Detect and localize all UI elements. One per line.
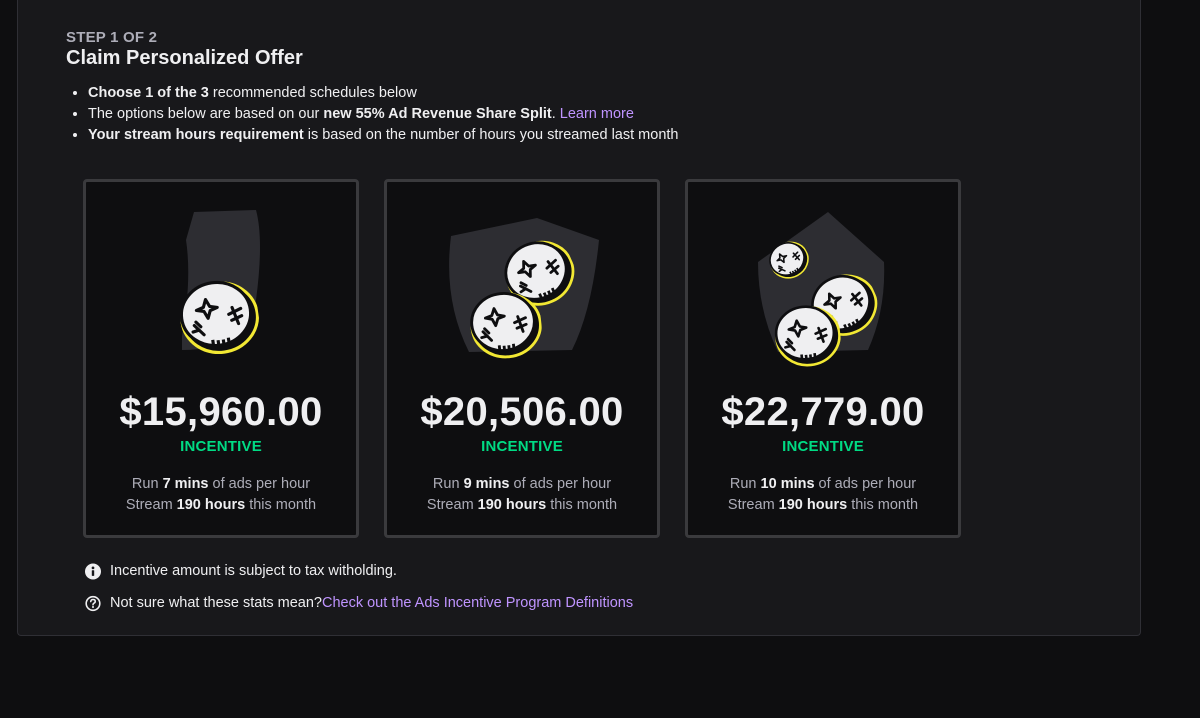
three-coins-icon — [758, 212, 887, 370]
page-title: Claim Personalized Offer — [66, 47, 303, 69]
incentive-label: INCENTIVE — [180, 438, 262, 455]
incentive-label: INCENTIVE — [481, 438, 563, 455]
bullet-choose: Choose 1 of the 3 recommended schedules … — [88, 83, 678, 104]
help-note-text: Not sure what these stats mean? — [110, 595, 322, 611]
offer-amount: $15,960.00 — [119, 390, 323, 434]
offer-amount: $22,779.00 — [721, 390, 925, 434]
learn-more-link[interactable]: Learn more — [560, 106, 634, 122]
tax-note-text: Incentive amount is subject to tax witho… — [110, 563, 397, 579]
offer-card-2[interactable]: $20,506.00 INCENTIVE Run 9 mins of ads p… — [384, 179, 660, 538]
ads-requirement: Run 10 mins of ads per hour — [729, 476, 917, 492]
info-icon — [85, 563, 101, 579]
offer-amount: $20,506.00 — [420, 390, 624, 434]
single-coin-icon — [175, 210, 264, 359]
ads-requirement: Run 7 mins of ads per hour — [131, 476, 311, 492]
offer-bullets: Choose 1 of the 3 recommended schedules … — [70, 83, 678, 146]
help-note: Not sure what these stats mean? Check ou… — [85, 595, 633, 611]
bullet-revenue-split: The options below are based on our new 5… — [88, 104, 678, 125]
program-definitions-link[interactable]: Check out the Ads Incentive Program Defi… — [322, 595, 633, 611]
stream-requirement: Stream 190 hours this month — [426, 497, 618, 513]
step-indicator: STEP 1 OF 2 — [66, 29, 158, 46]
bullet-stream-hours: Your stream hours requirement is based o… — [88, 125, 678, 146]
stream-requirement: Stream 190 hours this month — [125, 497, 317, 513]
offer-card-1[interactable]: $15,960.00 INCENTIVE Run 7 mins of ads p… — [83, 179, 359, 538]
two-coins-icon — [449, 218, 599, 362]
question-icon — [85, 595, 101, 611]
offer-card-3[interactable]: $22,779.00 INCENTIVE Run 10 mins of ads … — [685, 179, 961, 538]
tax-note: Incentive amount is subject to tax witho… — [85, 563, 397, 579]
incentive-label: INCENTIVE — [782, 438, 864, 455]
stream-requirement: Stream 190 hours this month — [727, 497, 919, 513]
ads-requirement: Run 9 mins of ads per hour — [432, 476, 612, 492]
